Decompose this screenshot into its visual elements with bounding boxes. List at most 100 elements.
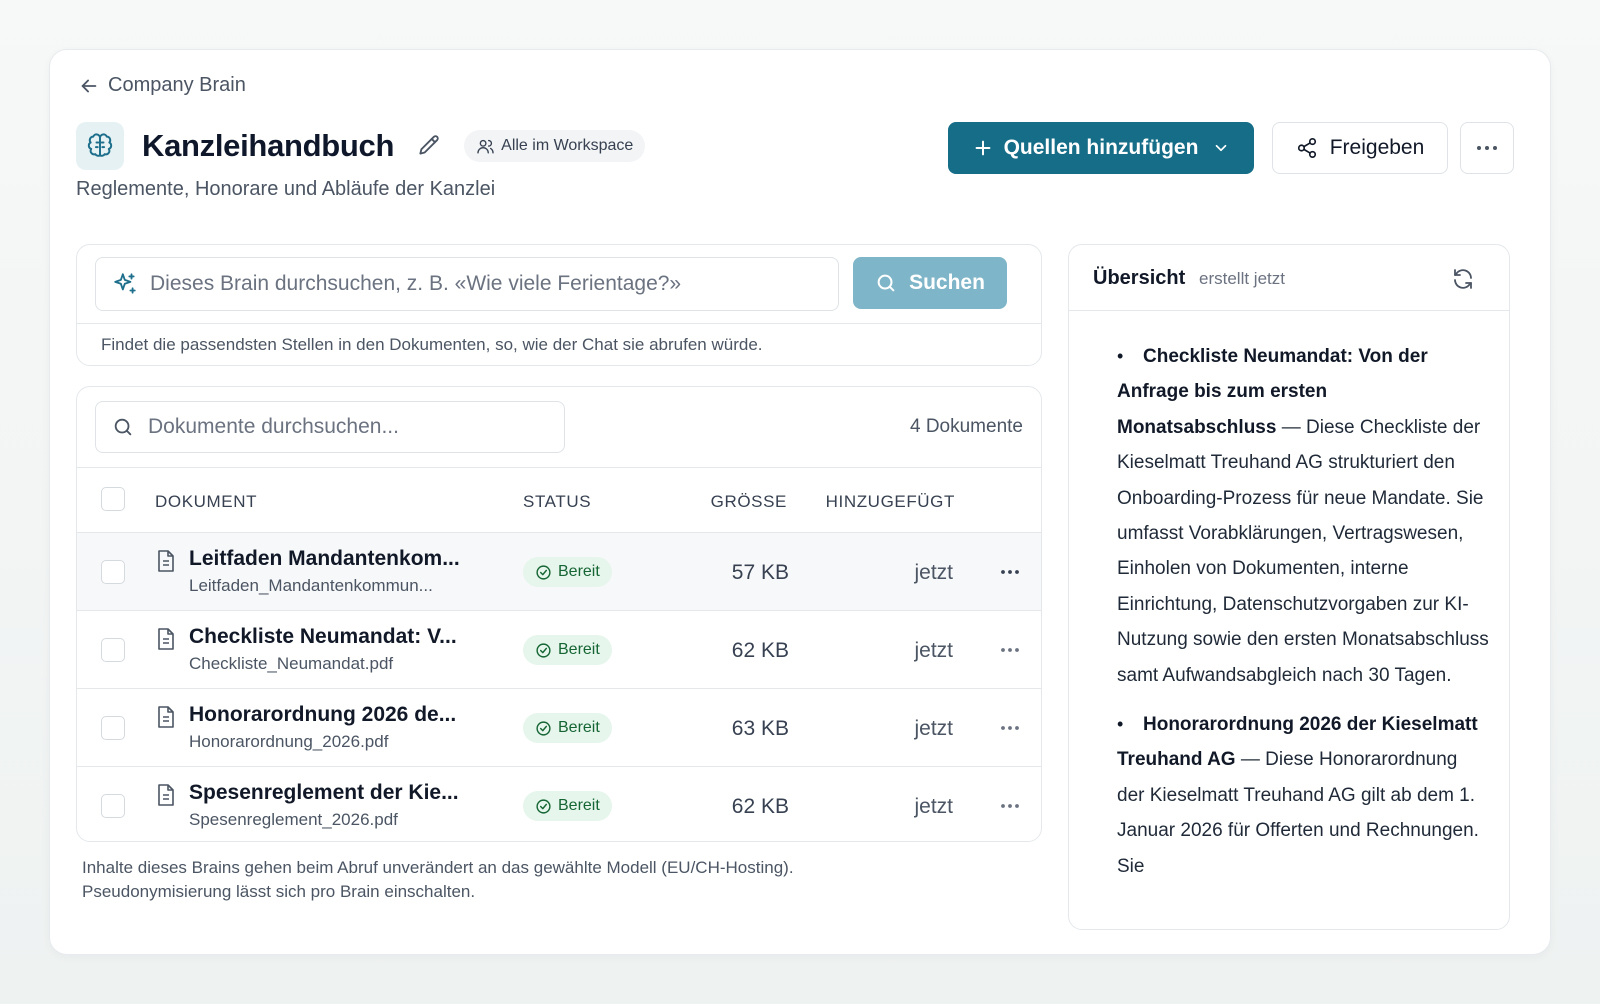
more-horizontal-icon <box>1477 146 1497 150</box>
brain-search-placeholder: Dieses Brain durchsuchen, z. B. «Wie vie… <box>150 272 682 295</box>
sparkles-icon <box>114 273 136 294</box>
check-circle-icon <box>536 720 551 736</box>
document-search-placeholder: Dokumente durchsuchen... <box>148 415 399 438</box>
document-search-input[interactable]: Dokumente durchsuchen... <box>95 401 565 453</box>
document-added: jetzt <box>914 561 953 584</box>
visibility-badge: Alle im Workspace <box>464 130 646 162</box>
check-circle-icon <box>536 564 551 580</box>
brain-search-panel: Dieses Brain durchsuchen, z. B. «Wie vie… <box>76 244 1042 366</box>
divider <box>77 323 1041 324</box>
status-label: Bereit <box>558 797 600 814</box>
document-size: 63 KB <box>731 717 789 740</box>
check-circle-icon <box>536 798 551 814</box>
check-circle-icon <box>536 642 551 658</box>
search-icon <box>877 274 895 292</box>
file-icon <box>158 628 174 650</box>
overview-body: Checkliste Neumandat: Von der Anfrage bi… <box>1069 311 1509 929</box>
document-count: 4 Dokumente <box>909 416 1023 437</box>
more-horizontal-icon <box>1001 804 1019 808</box>
overview-panel: Übersicht erstellt jetzt Checkliste Neum… <box>1068 244 1510 930</box>
arrow-left-icon <box>81 79 97 92</box>
search-icon <box>114 418 132 436</box>
search-hint: Findet die passendsten Stellen in den Do… <box>101 335 763 354</box>
status-badge: Bereit <box>523 713 612 743</box>
document-added: jetzt <box>914 639 953 662</box>
document-name: Spesenreglement der Kie... <box>189 781 459 804</box>
more-horizontal-icon <box>1001 726 1019 730</box>
search-button[interactable]: Suchen <box>853 257 1007 309</box>
select-all-checkbox[interactable] <box>101 487 125 511</box>
document-filename: Checkliste_Neumandat.pdf <box>189 654 394 673</box>
column-status: STATUS <box>523 492 592 511</box>
more-horizontal-icon <box>1001 648 1019 652</box>
plus-icon <box>975 140 991 156</box>
chevron-down-icon <box>1216 144 1227 152</box>
document-size: 57 KB <box>731 561 789 584</box>
row-more-button[interactable] <box>995 557 1025 587</box>
table-row[interactable]: Checkliste Neumandat: V... Checkliste_Ne… <box>77 611 1041 689</box>
status-badge: Bereit <box>523 791 612 821</box>
row-checkbox[interactable] <box>101 794 125 818</box>
list-item: Checkliste Neumandat: Von der Anfrage bi… <box>1117 339 1489 693</box>
document-size: 62 KB <box>731 795 789 818</box>
row-checkbox[interactable] <box>101 560 125 584</box>
overview-timestamp: erstellt jetzt <box>1199 269 1285 288</box>
file-icon <box>158 784 174 806</box>
table-row[interactable]: Leitfaden Mandantenkom... Leitfaden_Mand… <box>77 533 1041 611</box>
document-filename: Spesenreglement_2026.pdf <box>189 810 398 829</box>
status-label: Bereit <box>558 719 600 736</box>
footnote-line: Inhalte dieses Brains gehen beim Abruf u… <box>82 858 794 877</box>
refresh-icon[interactable] <box>1451 267 1475 291</box>
overview-title: Übersicht <box>1093 267 1186 289</box>
add-sources-label: Quellen hinzufügen <box>1003 136 1199 159</box>
table-row[interactable]: Spesenreglement der Kie... Spesenregleme… <box>77 767 1041 841</box>
table-row[interactable]: Honorarordnung 2026 de... Honorarordnung… <box>77 689 1041 767</box>
row-checkbox[interactable] <box>101 638 125 662</box>
title-row: Kanzleihandbuch Alle im Workspace <box>76 122 646 170</box>
document-name: Leitfaden Mandantenkom... <box>189 547 460 570</box>
status-label: Bereit <box>558 641 600 658</box>
brain-detail-card: Company Brain Kanzleihandbuch Alle im Wo… <box>49 49 1551 955</box>
more-options-button[interactable] <box>1460 122 1514 174</box>
summary-text: — Diese Checkliste der Kieselmatt Treuha… <box>1117 416 1489 686</box>
back-link-label: Company Brain <box>108 74 246 96</box>
visibility-label: Alle im Workspace <box>501 137 634 154</box>
brain-search-input[interactable]: Dieses Brain durchsuchen, z. B. «Wie vie… <box>95 257 839 311</box>
status-badge: Bereit <box>523 557 612 587</box>
row-more-button[interactable] <box>995 635 1025 665</box>
documents-panel: Dokumente durchsuchen... 4 Dokumente DOK… <box>76 386 1042 842</box>
document-added: jetzt <box>914 795 953 818</box>
column-size: GRÖSSE <box>710 492 787 511</box>
page-title: Kanzleihandbuch <box>142 128 395 163</box>
document-name: Checkliste Neumandat: V... <box>189 625 457 648</box>
status-label: Bereit <box>558 563 600 580</box>
document-size: 62 KB <box>731 639 789 662</box>
add-sources-button[interactable]: Quellen hinzufügen <box>948 122 1254 174</box>
list-item: Honorarordnung 2026 der Kieselmatt Treuh… <box>1117 707 1489 884</box>
brain-icon <box>76 122 124 170</box>
privacy-footnote: Inhalte dieses Brains gehen beim Abruf u… <box>82 856 794 904</box>
file-icon <box>158 706 174 728</box>
document-filename: Leitfaden_Mandantenkommun... <box>189 576 433 595</box>
document-name: Honorarordnung 2026 de... <box>189 703 457 726</box>
document-added: jetzt <box>914 717 953 740</box>
search-button-label: Suchen <box>909 271 985 294</box>
column-document: DOKUMENT <box>155 492 258 511</box>
share-button[interactable]: Freigeben <box>1272 122 1448 174</box>
column-added: HINZUGEFÜGT <box>825 492 955 511</box>
status-badge: Bereit <box>523 635 612 665</box>
row-more-button[interactable] <box>995 791 1025 821</box>
row-checkbox[interactable] <box>101 716 125 740</box>
overview-header: Übersicht erstellt jetzt <box>1069 245 1509 311</box>
row-more-button[interactable] <box>995 713 1025 743</box>
pencil-icon[interactable] <box>416 133 442 159</box>
share-label: Freigeben <box>1329 136 1425 159</box>
document-filename: Honorarordnung_2026.pdf <box>189 732 389 751</box>
more-horizontal-icon <box>1001 570 1019 574</box>
users-icon <box>477 139 494 154</box>
file-icon <box>158 550 174 572</box>
back-link[interactable]: Company Brain <box>78 74 246 97</box>
share-icon <box>1297 138 1316 158</box>
overview-list: Checkliste Neumandat: Von der Anfrage bi… <box>1117 339 1489 884</box>
page-subtitle: Reglemente, Honorare und Abläufe der Kan… <box>76 178 496 200</box>
